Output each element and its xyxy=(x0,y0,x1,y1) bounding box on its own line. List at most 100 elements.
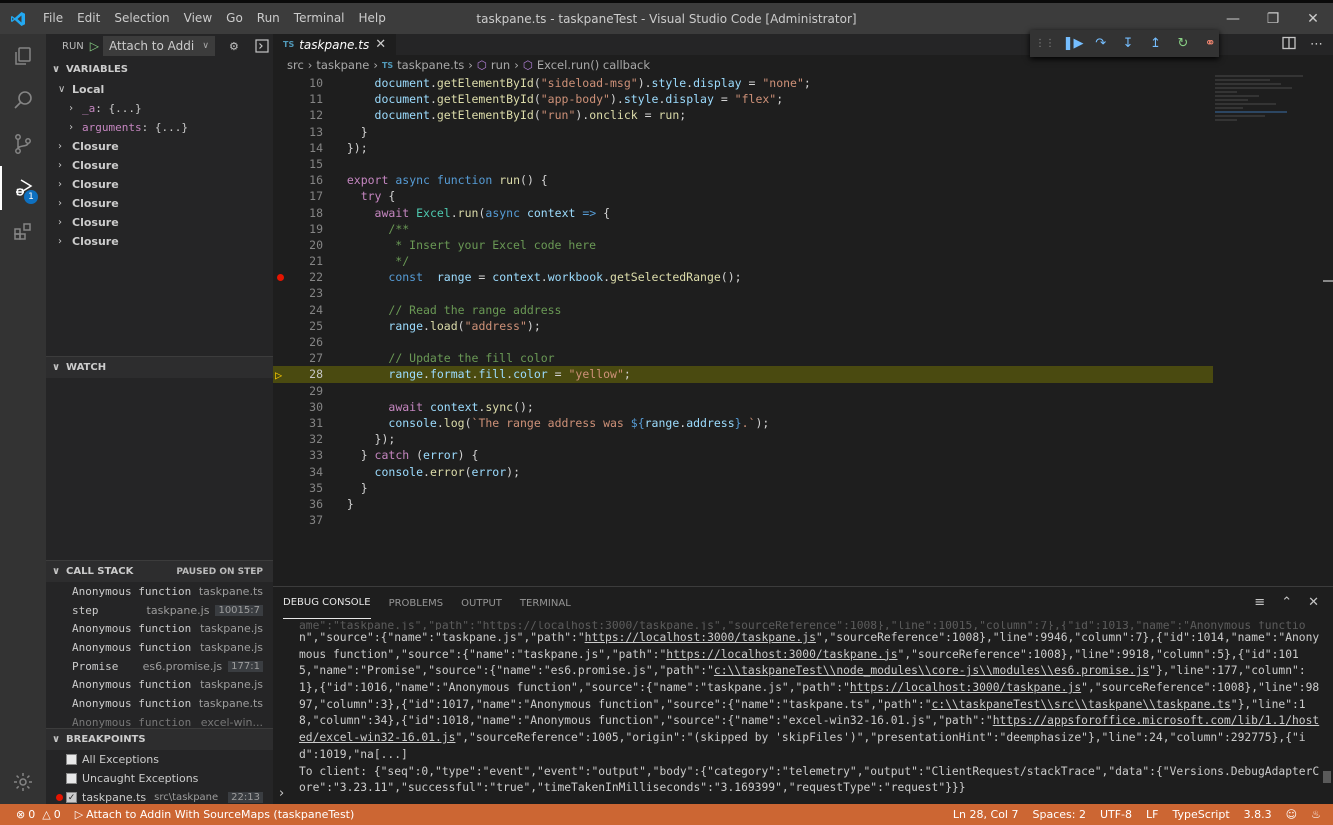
code-line[interactable]: 31 console.log(`The range address was ${… xyxy=(273,415,1223,431)
code-line[interactable]: ▷ 28 range.format.fill.color = "yellow"; xyxy=(273,366,1213,383)
menu-file[interactable]: File xyxy=(36,3,70,34)
source-control-icon[interactable] xyxy=(0,122,46,166)
scope-closure[interactable]: › Closure xyxy=(46,213,273,232)
step-over-icon[interactable]: ↷ xyxy=(1092,35,1109,53)
scope-closure[interactable]: › Closure xyxy=(46,194,273,213)
menu-help[interactable]: Help xyxy=(352,3,393,34)
menu-selection[interactable]: Selection xyxy=(107,3,176,34)
code-line[interactable]: 37 xyxy=(273,512,1223,528)
code-line[interactable]: 11 document.getElementById("app-body").s… xyxy=(273,91,1223,107)
code-line[interactable]: 35 } xyxy=(273,480,1223,496)
variable-row[interactable]: › _a: {...} xyxy=(46,99,273,118)
code-line[interactable]: 21 */ xyxy=(273,253,1223,269)
scope-closure[interactable]: › Closure xyxy=(46,175,273,194)
checkbox[interactable] xyxy=(66,754,77,765)
scope-closure[interactable]: › Closure xyxy=(46,232,273,251)
code-line[interactable]: 19 /** xyxy=(273,221,1223,237)
code-line[interactable]: 32 }); xyxy=(273,431,1223,447)
menu-terminal[interactable]: Terminal xyxy=(287,3,352,34)
scrollbar-position-marker[interactable] xyxy=(1323,280,1333,282)
restore-button[interactable]: ❐ xyxy=(1253,3,1293,34)
callstack-frame[interactable]: Anonymous function taskpane.ts xyxy=(46,582,273,601)
code-line[interactable]: 29 xyxy=(273,383,1223,399)
problems-status[interactable]: ⊗ 0 △ 0 xyxy=(0,808,68,821)
breadcrumb-item[interactable]: src xyxy=(287,58,304,72)
debug-console-icon[interactable] xyxy=(253,37,271,55)
callstack-frame[interactable]: Anonymous function taskpane.js xyxy=(46,638,273,657)
code-line[interactable]: 24 // Read the range address xyxy=(273,302,1223,318)
tab-debug-console[interactable]: DEBUG CONSOLE xyxy=(283,587,371,619)
breakpoint-all-exceptions[interactable]: All Exceptions xyxy=(46,750,273,769)
code-line[interactable]: 27 // Update the fill color xyxy=(273,350,1223,366)
scope-local[interactable]: ∨ Local xyxy=(46,80,273,99)
start-debugging-play-icon[interactable]: ▷ xyxy=(90,39,99,53)
callstack-frame[interactable]: Anonymous function taskpane.ts xyxy=(46,694,273,713)
callstack-frame[interactable]: Promise es6.promise.js 177:1 xyxy=(46,657,273,676)
callstack-frame[interactable]: step taskpane.js 10015:7 xyxy=(46,601,273,620)
split-editor-icon[interactable] xyxy=(1282,36,1296,54)
watch-section-header[interactable]: ∨ WATCH xyxy=(46,356,273,378)
indentation[interactable]: Spaces: 2 xyxy=(1025,808,1092,821)
menu-run[interactable]: Run xyxy=(250,3,287,34)
end-of-line[interactable]: LF xyxy=(1139,808,1165,821)
step-into-icon[interactable]: ↧ xyxy=(1119,35,1136,53)
panel-scrollbar[interactable] xyxy=(1323,771,1331,783)
minimap[interactable] xyxy=(1215,75,1325,195)
more-actions-icon[interactable]: ⋯ xyxy=(1310,37,1323,52)
checkbox[interactable]: ✓ xyxy=(66,792,77,803)
code-line[interactable]: 17 try { xyxy=(273,188,1223,204)
code-line[interactable]: 20 * Insert your Excel code here xyxy=(273,237,1223,253)
breadcrumb-item[interactable]: run xyxy=(491,58,510,72)
breadcrumb-item[interactable]: Excel.run() callback xyxy=(537,58,650,72)
code-line[interactable]: 10 document.getElementById("sideload-msg… xyxy=(273,75,1223,91)
drag-handle-icon[interactable]: ⋮⋮ xyxy=(1035,35,1055,53)
checkbox[interactable] xyxy=(66,773,77,784)
code-line[interactable]: 15 xyxy=(273,156,1223,172)
disconnect-icon[interactable]: ⚭ xyxy=(1202,35,1219,53)
code-line[interactable]: 12 document.getElementById("run").onclic… xyxy=(273,107,1223,123)
continue-icon[interactable]: ❚▶ xyxy=(1063,35,1084,53)
code-line[interactable]: 33 } catch (error) { xyxy=(273,447,1223,463)
breadcrumb-item[interactable]: taskpane.ts xyxy=(397,58,464,72)
explorer-icon[interactable] xyxy=(0,34,46,78)
code-line[interactable]: 22 const range = context.workbook.getSel… xyxy=(273,269,1223,285)
code-line[interactable]: 36 } xyxy=(273,496,1223,512)
language-mode[interactable]: TypeScript xyxy=(1165,808,1236,821)
menu-go[interactable]: Go xyxy=(219,3,250,34)
code-line[interactable]: 14 }); xyxy=(273,140,1223,156)
clear-console-icon[interactable]: ≡ xyxy=(1254,595,1265,610)
code-line[interactable]: 26 xyxy=(273,334,1223,350)
step-out-icon[interactable]: ↥ xyxy=(1147,35,1164,53)
code-line[interactable]: 18 await Excel.run(async context => { xyxy=(273,205,1223,221)
callstack-frame[interactable]: Anonymous function taskpane.js xyxy=(46,619,273,638)
menu-view[interactable]: View xyxy=(177,3,219,34)
maximize-panel-icon[interactable]: ⌃ xyxy=(1281,595,1292,610)
code-line[interactable]: 30 await context.sync(); xyxy=(273,399,1223,415)
code-line[interactable]: 25 range.load("address"); xyxy=(273,318,1223,334)
tab-output[interactable]: OUTPUT xyxy=(461,587,502,619)
console-input[interactable]: › xyxy=(279,786,284,804)
code-editor[interactable]: 10 document.getElementById("sideload-msg… xyxy=(273,75,1223,528)
notifications-bell-icon[interactable]: ♨ xyxy=(1304,808,1333,821)
launch-config-dropdown[interactable]: Attach to Addi ∨ xyxy=(102,36,215,56)
run-debug-icon[interactable]: 1 xyxy=(0,166,46,210)
code-line[interactable]: 16 export async function run() { xyxy=(273,172,1223,188)
cursor-position[interactable]: Ln 28, Col 7 xyxy=(946,808,1026,821)
minimize-button[interactable]: — xyxy=(1213,3,1253,34)
feedback-icon[interactable]: ☺ xyxy=(1279,808,1304,821)
menu-edit[interactable]: Edit xyxy=(70,3,107,34)
tab-taskpane-ts[interactable]: TS taskpane.ts ✕ xyxy=(273,34,397,55)
search-icon[interactable] xyxy=(0,78,46,122)
close-tab-icon[interactable]: ✕ xyxy=(375,37,386,52)
extensions-icon[interactable] xyxy=(0,210,46,254)
tab-problems[interactable]: PROBLEMS xyxy=(389,587,444,619)
tab-terminal[interactable]: TERMINAL xyxy=(520,587,571,619)
close-panel-icon[interactable]: ✕ xyxy=(1308,595,1319,610)
callstack-section-header[interactable]: ∨ CALL STACK PAUSED ON STEP xyxy=(46,560,273,582)
breadcrumb-item[interactable]: taskpane xyxy=(316,58,369,72)
debug-config-status[interactable]: ▷ Attach to Addin With SourceMaps (taskp… xyxy=(68,808,362,821)
breakpoint-uncaught-exceptions[interactable]: Uncaught Exceptions xyxy=(46,769,273,788)
close-window-button[interactable]: ✕ xyxy=(1293,3,1333,34)
typescript-version[interactable]: 3.8.3 xyxy=(1237,808,1279,821)
code-line[interactable]: 13 } xyxy=(273,124,1223,140)
